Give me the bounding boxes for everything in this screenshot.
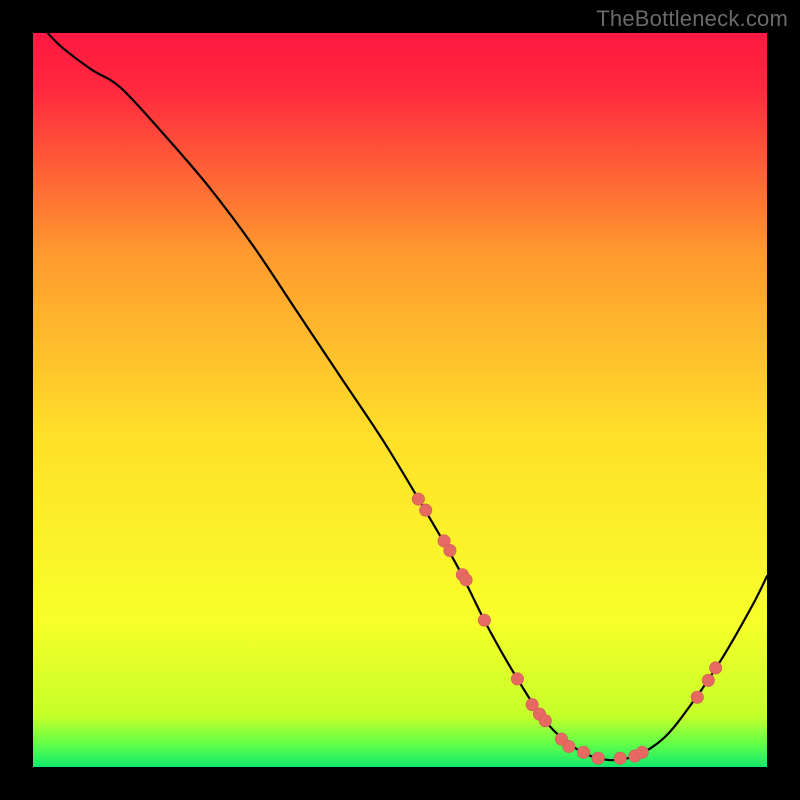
data-marker <box>511 673 523 685</box>
watermark-label: TheBottleneck.com <box>596 6 788 32</box>
data-marker <box>444 544 456 556</box>
data-marker <box>412 493 424 505</box>
chart-svg <box>33 33 767 767</box>
data-marker <box>614 752 626 764</box>
data-marker <box>478 614 490 626</box>
data-marker <box>702 674 714 686</box>
data-marker <box>636 746 648 758</box>
data-marker <box>709 662 721 674</box>
chart-frame: TheBottleneck.com <box>0 0 800 800</box>
data-marker <box>539 715 551 727</box>
data-marker <box>592 752 604 764</box>
data-marker <box>460 574 472 586</box>
data-marker <box>691 691 703 703</box>
data-marker <box>419 504 431 516</box>
data-marker <box>577 746 589 758</box>
data-marker <box>563 740 575 752</box>
gradient-background <box>33 33 767 767</box>
plot-area <box>33 33 767 767</box>
